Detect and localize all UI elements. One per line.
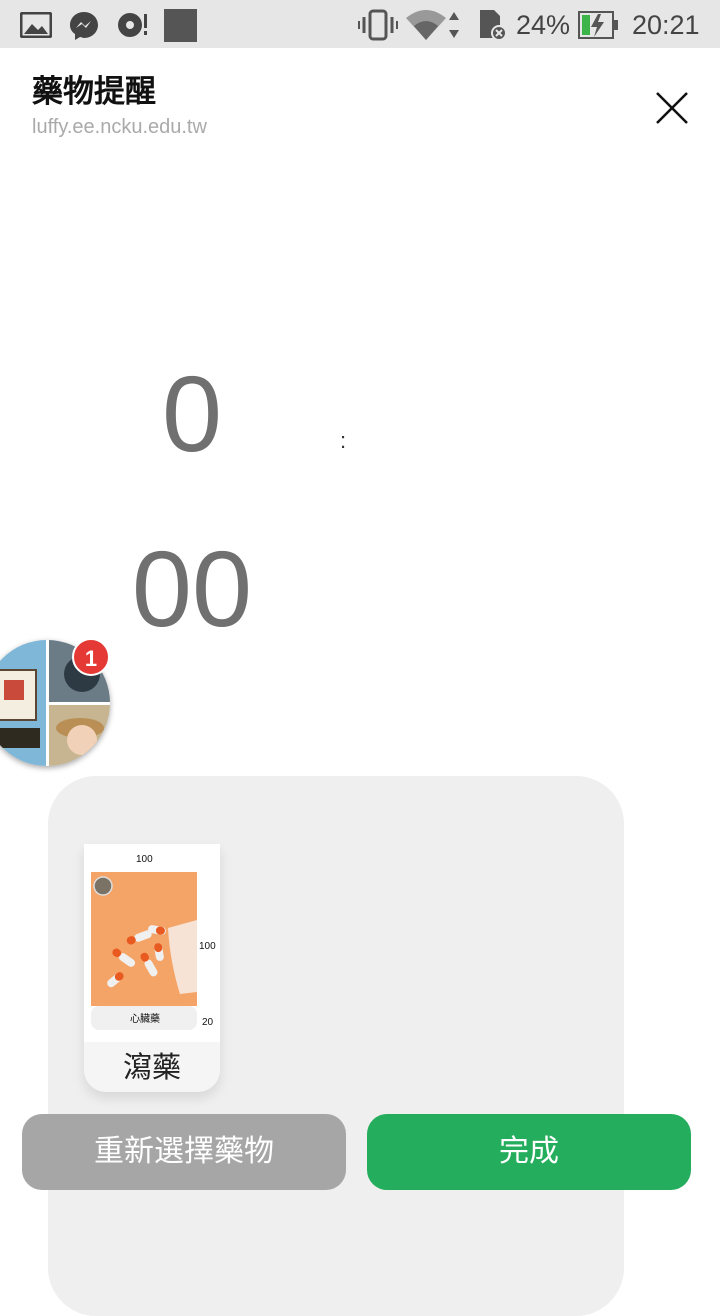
minute-picker[interactable]: 00: [120, 527, 264, 651]
status-bar: 24% 20:21: [0, 0, 720, 48]
image-caption: 心臟藥: [130, 1012, 160, 1025]
sd-card-icon: [480, 10, 507, 41]
wifi-icon: [406, 10, 459, 40]
annotation-bottom-right: 20: [202, 1017, 214, 1028]
notification-badge: 1: [72, 638, 110, 676]
page-title: 藥物提醒: [32, 74, 156, 110]
vibrate-icon: [358, 9, 398, 41]
annotation-right: 100: [199, 941, 216, 952]
clock: 20:21: [632, 10, 700, 40]
messenger-icon: [70, 12, 98, 40]
image-icon: [20, 12, 52, 38]
close-icon: [656, 92, 688, 124]
done-button[interactable]: 完成: [367, 1114, 691, 1190]
sync-alert-icon: [118, 13, 147, 37]
medication-card[interactable]: 100 心臟藥 100 20 瀉藥: [84, 844, 220, 1092]
hour-picker[interactable]: 0: [130, 352, 254, 476]
battery-percentage: 24%: [516, 10, 571, 40]
medication-name: 瀉藥: [122, 1050, 181, 1084]
page-url: luffy.ee.ncku.edu.tw: [32, 116, 207, 138]
app-square-icon: [164, 9, 197, 42]
reselect-medication-button[interactable]: 重新選擇藥物: [22, 1114, 346, 1190]
medication-image: 100 心臟藥 100 20: [84, 844, 220, 1042]
close-button[interactable]: [648, 84, 696, 132]
battery-charging-icon: [578, 11, 618, 39]
annotation-top: 100: [136, 854, 153, 865]
time-separator: :: [340, 428, 347, 453]
app-header: 藥物提醒 luffy.ee.ncku.edu.tw: [0, 48, 720, 148]
